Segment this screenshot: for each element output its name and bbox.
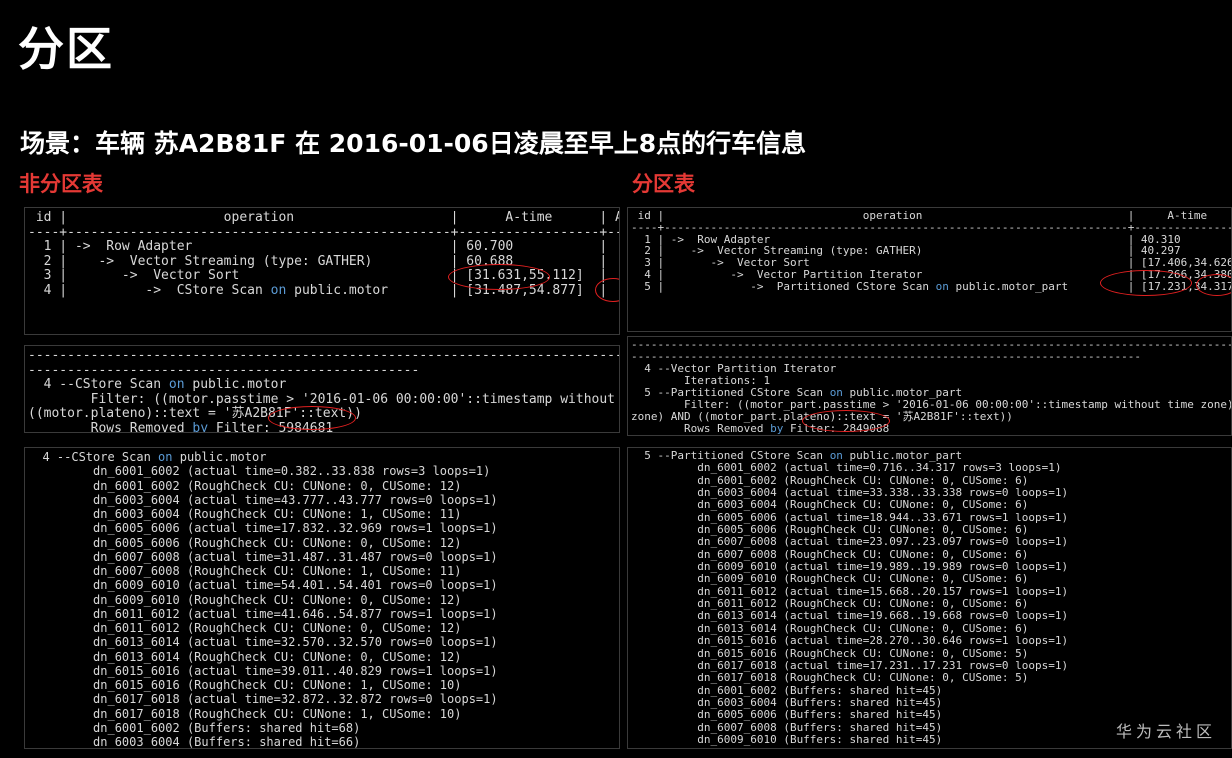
non-partitioned-plan-panel: id | operation | A-time | A-rows ----+--… (24, 207, 620, 335)
partitioned-plan-panel: id | operation | A-time | A-rows | ----+… (627, 207, 1232, 332)
partitioned-detail-panel: 5 --Partitioned CStore Scan on public.mo… (627, 447, 1232, 749)
detail-text: 4 --CStore Scan on public.motor dn_6001_… (28, 450, 498, 749)
page-title: 分区 (18, 22, 114, 76)
partitioned-label: 分区表 (632, 172, 695, 196)
watermark: 华为云社区 (1111, 716, 1220, 744)
non-partitioned-predicate-panel: ----------------------------------------… (24, 345, 620, 433)
detail-text: 5 --Partitioned CStore Scan on public.mo… (631, 449, 1069, 746)
plan-text: id | operation | A-time | A-rows ----+--… (28, 210, 620, 298)
non-partitioned-detail-panel: 4 --CStore Scan on public.motor dn_6001_… (24, 447, 620, 749)
scenario-text: 场景：车辆 苏A2B81F 在 2016-01-06日凌晨至早上8点的行车信息 (20, 129, 807, 158)
predicate-text: ----------------------------------------… (631, 338, 1232, 436)
partitioned-predicate-panel: ----------------------------------------… (627, 336, 1232, 436)
predicate-text: ----------------------------------------… (28, 348, 619, 433)
non-partitioned-label: 非分区表 (19, 172, 103, 196)
plan-text: id | operation | A-time | A-rows | ----+… (631, 209, 1232, 293)
